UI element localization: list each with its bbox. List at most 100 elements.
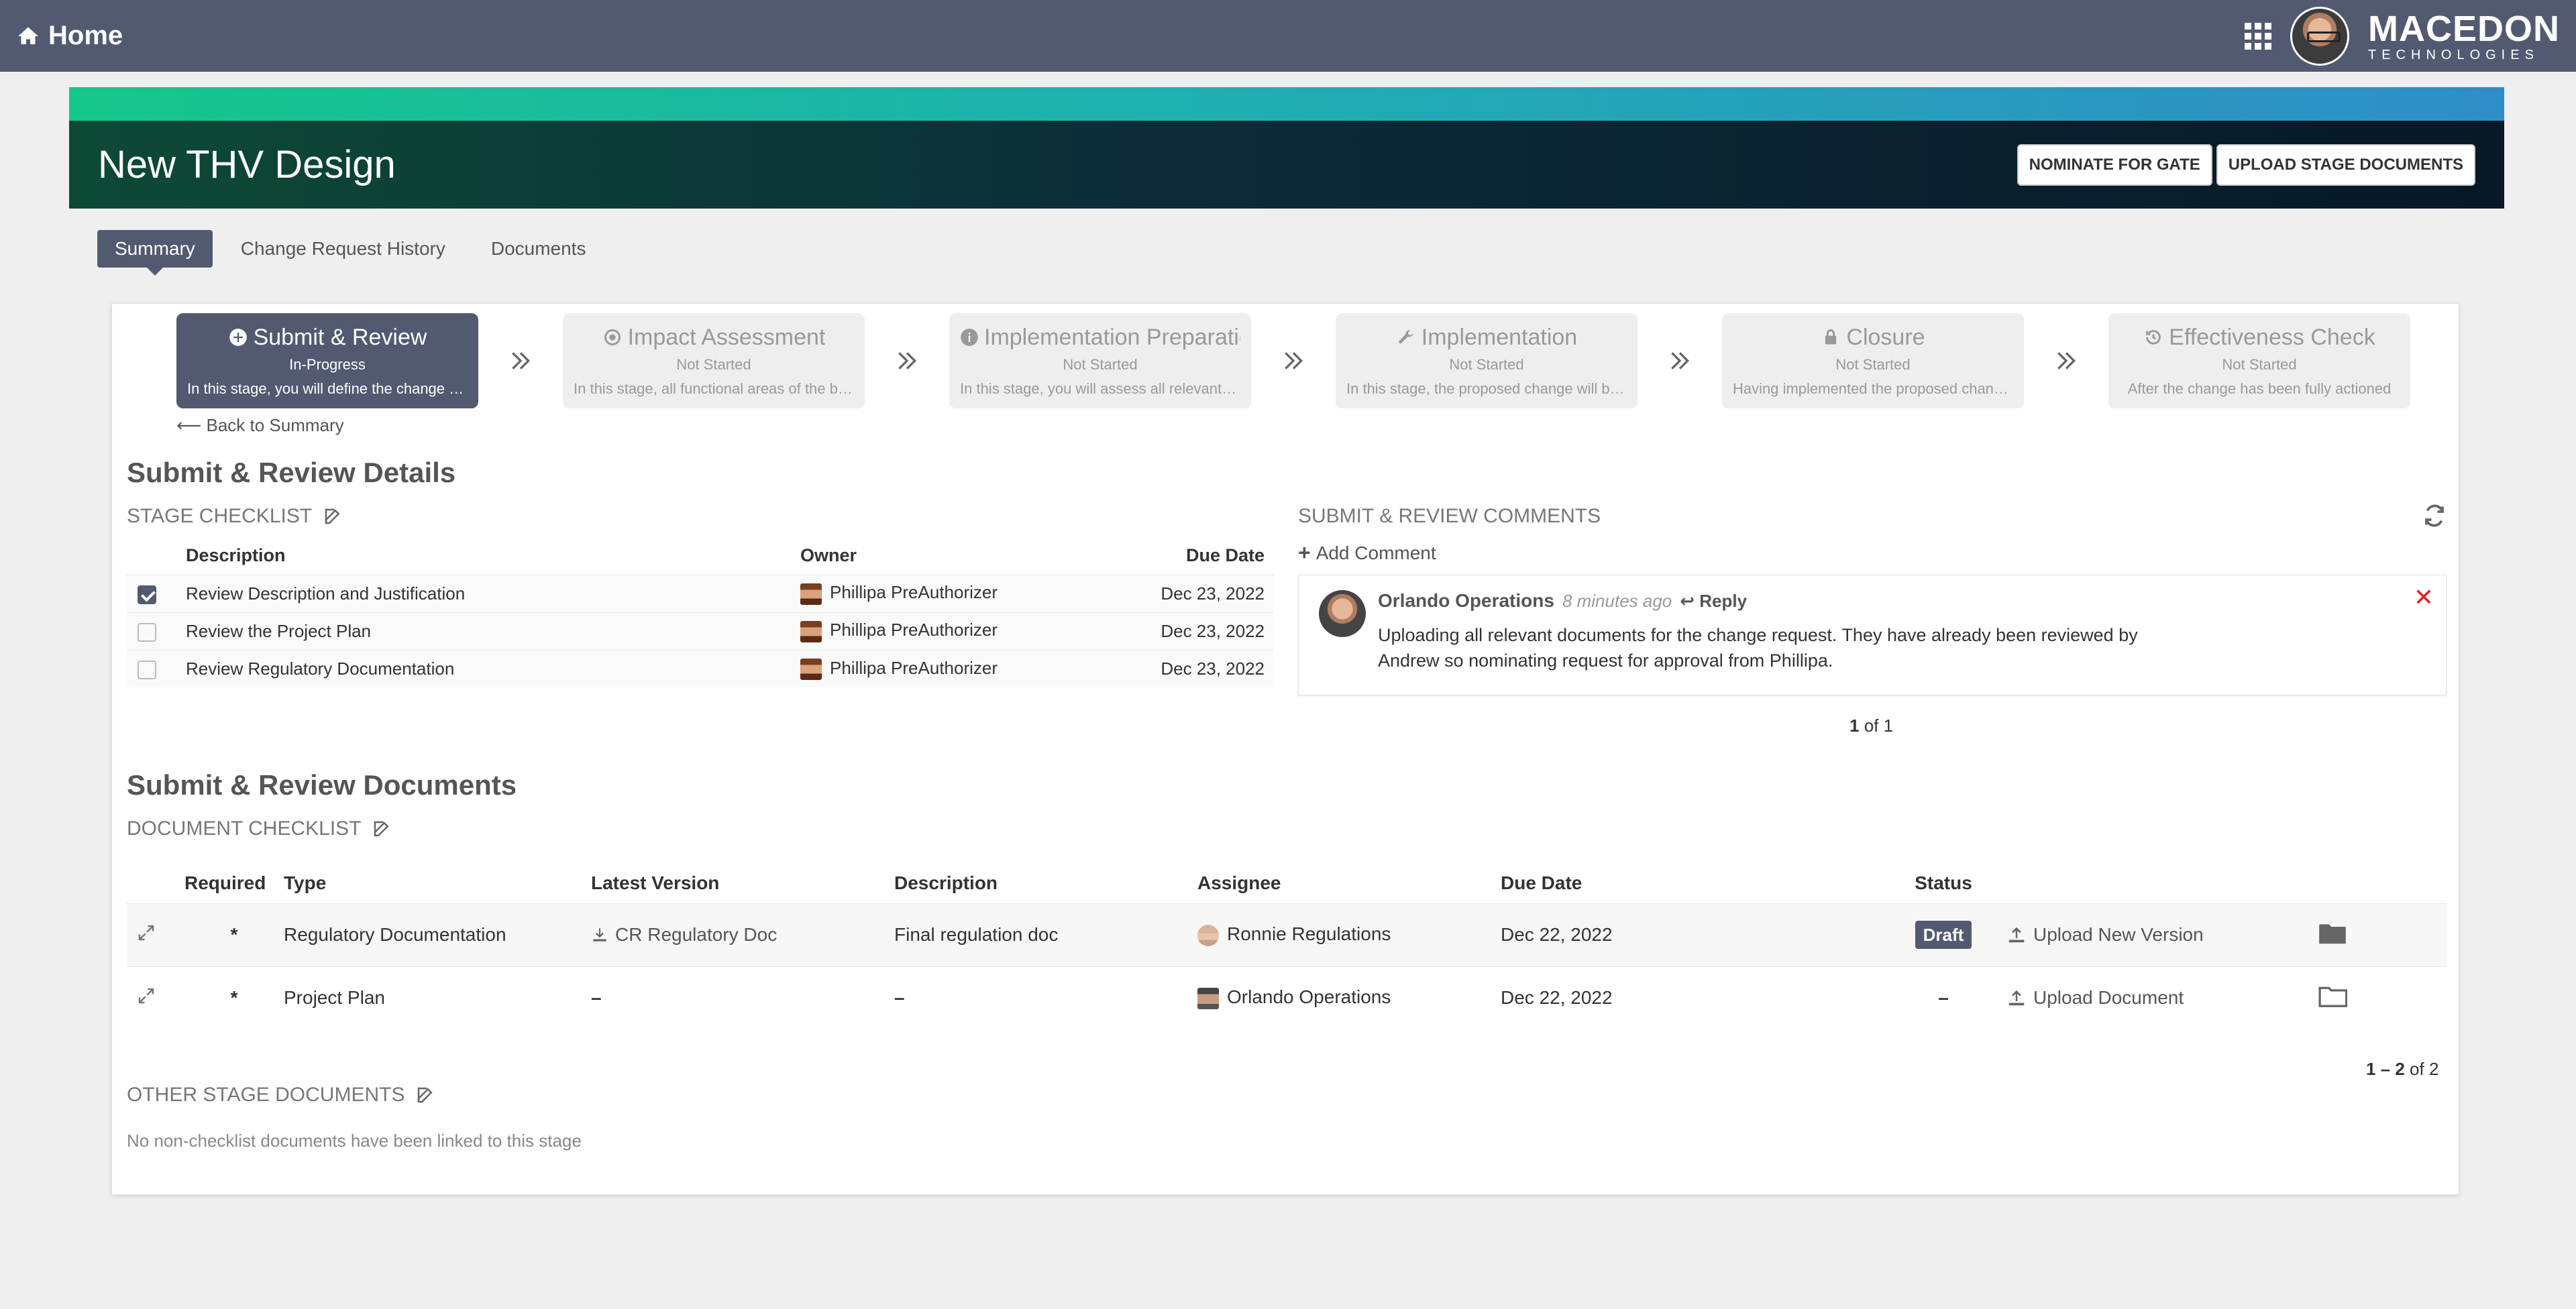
other-documents-header: OTHER STAGE DOCUMENTS (127, 1084, 435, 1106)
stage-name: Effectiveness Check (2169, 324, 2375, 350)
required-asterisk: * (184, 903, 284, 966)
home-link[interactable]: Home (16, 21, 123, 51)
assignee-avatar (1197, 988, 1219, 1010)
apps-grid-icon[interactable] (2245, 22, 2271, 50)
details-title: Submit & Review Details (127, 457, 456, 488)
doc-assignee: Orlando Operations (1227, 986, 1391, 1008)
top-nav: Home MACEDON TECHNOLOGIES (0, 0, 2576, 72)
chevron-double-right-icon (865, 347, 949, 374)
plus-icon: + (1298, 540, 1311, 565)
comments-pager: 1 of 1 (1849, 716, 1893, 736)
add-comment-button[interactable]: + Add Comment (1298, 540, 1436, 565)
stage-status: Not Started (1449, 355, 1524, 373)
assignee-avatar (1197, 924, 1219, 946)
stage-desc: After the change has been fully actioned (2127, 380, 2392, 397)
folder-filled-icon[interactable] (2318, 921, 2347, 945)
required-asterisk: * (184, 966, 284, 1029)
stage-effectiveness-check[interactable]: Effectiveness Check Not Started After th… (2108, 313, 2410, 408)
document-checklist-table: Required Type Latest Version Description… (127, 863, 2447, 1029)
checklist-checkbox[interactable] (138, 622, 156, 642)
comment-time: 8 minutes ago (1562, 591, 1672, 611)
doc-assignee: Ronnie Regulations (1227, 923, 1391, 945)
back-label: Back to Summary (206, 415, 344, 435)
comments-header: SUBMIT & REVIEW COMMENTS (1298, 505, 1601, 528)
pager-current: 1 (1849, 716, 1860, 736)
stage-checklist-header: STAGE CHECKLIST (127, 505, 343, 528)
upload-document-button[interactable]: Upload Document (2006, 987, 2318, 1009)
tab-change-request-history[interactable]: Change Request History (223, 230, 463, 268)
tab-documents[interactable]: Documents (474, 230, 604, 268)
upload-action-label: Upload Document (2033, 987, 2184, 1009)
checklist-due: Dec 23, 2022 (1149, 649, 1274, 687)
pager-current: 1 – 2 (2366, 1059, 2405, 1079)
stage-status: Not Started (676, 355, 751, 373)
home-label: Home (48, 21, 123, 50)
stage-status: In-Progress (289, 355, 366, 373)
stage-closure[interactable]: Closure Not Started Having implemented t… (1722, 313, 2024, 408)
tab-summary[interactable]: Summary (97, 230, 213, 268)
reply-label: Reply (1699, 591, 1748, 611)
checklist-checkbox[interactable] (138, 585, 156, 604)
record-banner: New THV Design NOMINATE FOR GATE UPLOAD … (69, 87, 2504, 209)
checklist-description: Review Regulatory Documentation (186, 649, 800, 687)
document-checklist-header: DOCUMENT CHECKLIST (127, 817, 392, 840)
col-type: Type (284, 872, 327, 893)
stage-name: Implementation Preparation (984, 324, 1240, 350)
company-logo: MACEDON TECHNOLOGIES (2368, 11, 2560, 62)
table-row: Review Regulatory Documentation Phillipa… (127, 649, 1274, 687)
comment-avatar (1319, 590, 1366, 637)
stage-card: Submit & Review In-Progress In this stag… (111, 303, 2459, 1195)
stage-desc: Having implemented the proposed change r… (1733, 380, 2013, 397)
edit-icon[interactable] (323, 506, 343, 526)
nominate-for-gate-button[interactable]: NOMINATE FOR GATE (2017, 144, 2212, 186)
status-empty: – (1880, 966, 2006, 1029)
col-description: Description (186, 545, 286, 566)
stage-implementation[interactable]: Implementation Not Started In this stage… (1336, 313, 1638, 408)
table-row: Review Description and Justification Phi… (127, 574, 1274, 612)
logo-sub: TECHNOLOGIES (2368, 47, 2539, 62)
user-avatar[interactable] (2290, 6, 2349, 66)
document-checklist-label: DOCUMENT CHECKLIST (127, 817, 362, 840)
pager-rest: of 2 (2404, 1059, 2439, 1079)
folder-outline-icon[interactable] (2318, 984, 2348, 1008)
stage-name: Implementation (1421, 324, 1578, 350)
pager-rest: of 1 (1859, 716, 1894, 736)
checklist-owner: Phillipa PreAuthorizer (830, 582, 998, 603)
latest-version-empty: – (591, 966, 894, 1029)
back-to-summary-link[interactable]: ⟵ Back to Summary (176, 415, 344, 436)
stage-checklist-label: STAGE CHECKLIST (127, 505, 313, 527)
edit-icon[interactable] (415, 1085, 435, 1105)
comment-item: Orlando Operations 8 minutes ago ↩ Reply… (1298, 575, 2447, 695)
doc-due: Dec 22, 2022 (1501, 903, 1880, 966)
stage-submit-review[interactable]: Submit & Review In-Progress In this stag… (176, 313, 478, 408)
stage-impact-assessment[interactable]: Impact Assessment Not Started In this st… (563, 313, 865, 408)
stage-status: Not Started (1835, 355, 1911, 373)
refresh-icon[interactable] (2422, 504, 2447, 528)
checklist-checkbox[interactable] (138, 660, 156, 679)
doc-due: Dec 22, 2022 (1501, 966, 1880, 1029)
stage-desc: In this stage, the proposed change will … (1346, 380, 1627, 397)
add-comment-label: Add Comment (1316, 542, 1436, 563)
chevron-double-right-icon (1251, 347, 1336, 374)
expand-icon[interactable] (136, 986, 156, 1006)
stage-name: Closure (1846, 324, 1925, 350)
documents-pager: 1 – 2 of 2 (2366, 1059, 2438, 1080)
logo-main: MACEDON (2368, 8, 2560, 49)
chevron-double-right-icon (478, 347, 563, 374)
edit-icon[interactable] (372, 819, 392, 839)
checklist-description: Review Description and Justification (186, 574, 800, 612)
history-icon (2143, 327, 2163, 347)
upload-new-version-button[interactable]: Upload New Version (2006, 924, 2318, 946)
latest-version-link[interactable]: CR Regulatory Doc (591, 924, 894, 946)
owner-avatar (800, 658, 822, 680)
col-due-date: Due Date (1185, 545, 1265, 566)
upload-stage-documents-button[interactable]: UPLOAD STAGE DOCUMENTS (2216, 144, 2475, 186)
stage-implementation-preparation[interactable]: Implementation Preparation Not Started I… (949, 313, 1251, 408)
reply-button[interactable]: ↩ Reply (1680, 591, 1747, 612)
upload-icon (2008, 990, 2025, 1006)
owner-avatar (800, 583, 822, 605)
stage-status: Not Started (1063, 355, 1138, 373)
checklist-due: Dec 23, 2022 (1149, 574, 1274, 612)
expand-icon[interactable] (136, 923, 156, 943)
delete-comment-icon[interactable]: ✕ (2414, 583, 2434, 612)
